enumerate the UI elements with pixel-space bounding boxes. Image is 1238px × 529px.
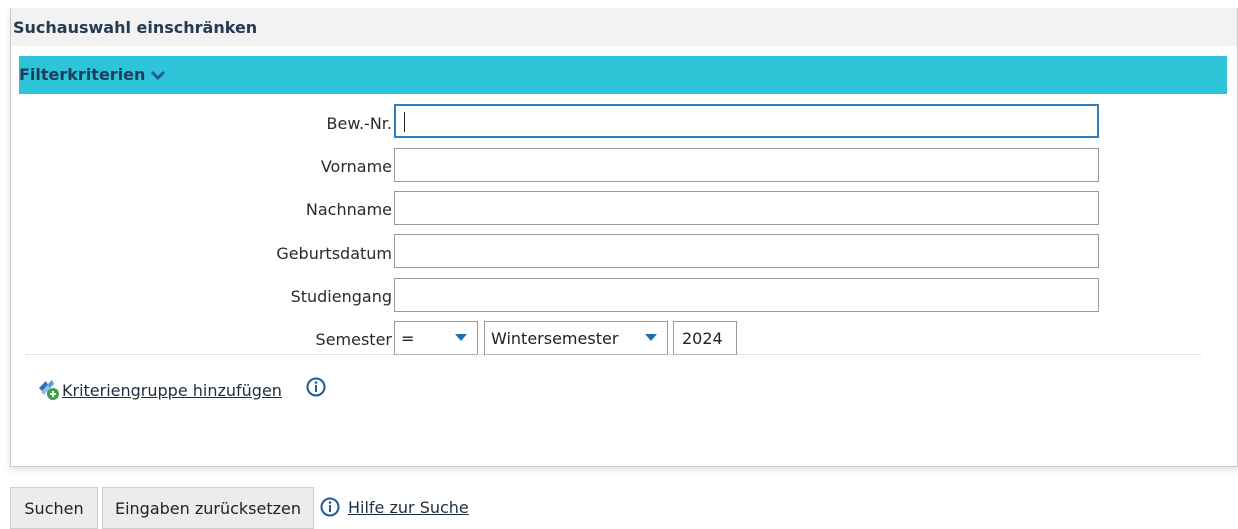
semester-term-value: Wintersemester (491, 328, 619, 348)
add-criteria-group-label[interactable]: Kriteriengruppe hinzufügen (62, 381, 282, 400)
semester-term-select[interactable]: Wintersemester (484, 321, 668, 355)
add-criteria-group-link[interactable]: Kriteriengruppe hinzufügen (36, 378, 282, 402)
studiengang-input[interactable] (394, 278, 1099, 312)
vorname-label: Vorname (320, 157, 392, 176)
nachname-input[interactable] (394, 191, 1099, 225)
semester-operator-value: = (401, 328, 415, 348)
filter-criteria-label: Filterkriterien (19, 65, 146, 84)
info-icon[interactable] (306, 377, 326, 397)
filter-criteria-bar[interactable]: Filterkriterien (19, 56, 1227, 94)
reset-button-label: Eingaben zurücksetzen (114, 498, 302, 518)
bew-nr-label: Bew.-Nr. (326, 114, 392, 133)
search-help[interactable]: Hilfe zur Suche (320, 497, 469, 517)
filter-criteria-toggle[interactable]: Filterkriterien (19, 65, 166, 84)
semester-year-input[interactable]: 2024 (673, 321, 737, 355)
geburtsdatum-label: Geburtsdatum (276, 244, 392, 263)
studiengang-label: Studiengang (290, 287, 392, 306)
search-button-label: Suchen (24, 498, 84, 518)
text-caret (404, 112, 405, 132)
nachname-label: Nachname (305, 200, 392, 219)
vorname-input[interactable] (394, 148, 1099, 182)
chevron-down-icon (151, 70, 166, 80)
add-group-icon (39, 380, 59, 400)
semester-label: Semester (315, 330, 392, 349)
search-help-link[interactable]: Hilfe zur Suche (348, 498, 469, 517)
chevron-down-icon (455, 334, 467, 341)
semester-year-value: 2024 (682, 328, 723, 348)
reset-button[interactable]: Eingaben zurücksetzen (102, 487, 314, 529)
panel-header: Suchauswahl einschränken (11, 8, 1237, 46)
bew-nr-input[interactable] (394, 104, 1099, 138)
panel-title: Suchauswahl einschränken (13, 18, 258, 37)
search-button[interactable]: Suchen (10, 487, 98, 529)
info-icon (320, 497, 340, 517)
divider (26, 354, 1202, 355)
geburtsdatum-input[interactable] (394, 234, 1099, 268)
chevron-down-icon (645, 334, 657, 341)
semester-operator-select[interactable]: = (394, 321, 478, 355)
